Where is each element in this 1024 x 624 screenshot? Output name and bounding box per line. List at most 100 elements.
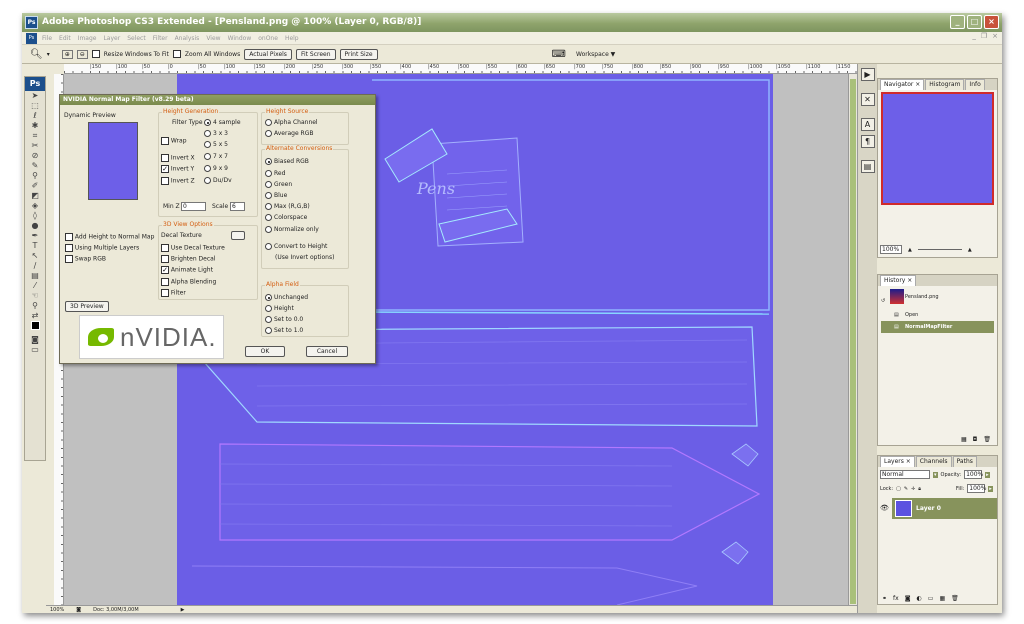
green-radio[interactable]: Green <box>265 181 292 188</box>
filter-9x9-radio[interactable]: 9 x 9 <box>204 165 228 172</box>
layer-comps-icon[interactable]: ▤ <box>860 160 875 173</box>
opacity-arrow-icon[interactable]: ▸ <box>985 471 990 478</box>
print-size-button[interactable]: Print Size <box>339 48 378 60</box>
history-brush-icon[interactable]: ✐ <box>25 181 45 191</box>
history-item-normalmapfilter[interactable]: ▤ NormalMapFilter <box>881 321 994 333</box>
menu-image[interactable]: Image <box>78 35 97 42</box>
fit-screen-button[interactable]: Fit Screen <box>295 48 336 60</box>
colorspace-radio[interactable]: Colorspace <box>265 214 307 221</box>
zoom-dropdown-icon[interactable]: ▾ <box>47 51 50 58</box>
3d-preview-button[interactable]: 3D Preview <box>65 301 109 312</box>
filter-dudv-radio[interactable]: Du/Dv <box>204 177 232 184</box>
menu-onone[interactable]: onOne <box>258 35 278 42</box>
new-layer-icon[interactable]: ▦ <box>939 595 945 602</box>
character-icon[interactable]: A <box>860 118 875 131</box>
lock-pixels-icon[interactable]: ✎ <box>904 486 908 492</box>
zoom-all-checkbox[interactable] <box>172 50 181 58</box>
zoom-out-small-icon[interactable]: ▲ <box>908 247 912 253</box>
history-item-open[interactable]: ▤ Open <box>881 309 994 321</box>
history-snapshot[interactable]: ↺ Pensland.png <box>881 288 994 306</box>
normalize-only-radio[interactable]: Normalize only <box>265 226 319 233</box>
doc-minimize-icon[interactable]: _ <box>972 32 976 40</box>
zoom-level[interactable]: 100% <box>50 607 64 613</box>
menu-layer[interactable]: Layer <box>103 35 120 42</box>
tab-channels[interactable]: Channels <box>915 456 952 467</box>
fill-field[interactable]: 100% <box>967 484 986 493</box>
menu-view[interactable]: View <box>206 35 220 42</box>
ok-button[interactable]: OK <box>245 346 285 357</box>
vertical-scrollbar[interactable] <box>848 74 857 605</box>
brush-tool-icon[interactable]: ✎ <box>25 161 45 171</box>
filter-checkbox[interactable]: Filter <box>161 289 186 297</box>
crop-tool-icon[interactable]: ⌗ <box>25 131 45 141</box>
move-tool-icon[interactable]: ➤ <box>25 91 45 101</box>
actions-icon[interactable]: ▶ <box>860 68 875 81</box>
menu-select[interactable]: Select <box>127 35 146 42</box>
average-rgb-radio[interactable]: Average RGB <box>265 130 313 137</box>
notes-tool-icon[interactable]: ▤ <box>25 271 45 281</box>
quick-mask-icon[interactable]: ◙ <box>25 335 45 345</box>
fill-arrow-icon[interactable]: ▸ <box>988 485 993 492</box>
adjustment-layer-icon[interactable]: ◐ <box>917 595 922 602</box>
brush-palette-icon[interactable]: ⌨ <box>552 49 566 60</box>
workspace-menu[interactable]: Workspace ▼ <box>576 51 615 58</box>
path-select-icon[interactable]: ↖ <box>25 251 45 261</box>
eyedropper-tool-icon[interactable]: ⁄ <box>25 281 45 291</box>
layer-visibility-eye-icon[interactable]: 👁︎ <box>880 504 889 512</box>
blend-dropdown-icon[interactable]: ▾ <box>933 471 938 478</box>
magic-wand-icon[interactable]: ✱ <box>25 121 45 131</box>
biased-rgb-radio[interactable]: Biased RGB <box>265 158 309 165</box>
alpha-channel-radio[interactable]: Alpha Channel <box>265 119 318 126</box>
doc-close-icon[interactable]: × <box>992 32 998 40</box>
red-radio[interactable]: Red <box>265 170 285 177</box>
animate-light-checkbox[interactable]: ✓ Animate Light <box>161 266 213 274</box>
menu-help[interactable]: Help <box>285 35 299 42</box>
marquee-tool-icon[interactable]: ⬚ <box>25 101 45 111</box>
dynamic-preview[interactable] <box>88 122 138 200</box>
filter-7x7-radio[interactable]: 7 x 7 <box>204 153 228 160</box>
opacity-field[interactable]: 100% <box>964 470 983 479</box>
line-tool-icon[interactable]: ∕ <box>25 261 45 271</box>
zoom-in-icon[interactable]: ⊕ <box>61 49 73 59</box>
zoom-out-icon[interactable]: ⊖ <box>76 49 88 59</box>
tools-preset-icon[interactable]: ✕ <box>860 93 875 106</box>
blue-radio[interactable]: Blue <box>265 192 287 199</box>
filter-3x3-radio[interactable]: 3 x 3 <box>204 130 228 137</box>
use-decal-checkbox[interactable]: Use Decal Texture <box>161 244 225 252</box>
stamp-tool-icon[interactable]: ⚲ <box>25 171 45 181</box>
maximize-button[interactable]: □ <box>967 15 982 29</box>
tab-history[interactable]: History × <box>880 275 917 286</box>
tab-histogram[interactable]: Histogram <box>925 79 965 90</box>
delete-layer-icon[interactable]: 🗑︎ <box>951 595 959 602</box>
alpha-blending-checkbox[interactable]: Alpha Blending <box>161 278 216 286</box>
status-menu-icon[interactable]: ▶ <box>181 607 185 613</box>
layer-row[interactable]: Layer 0 <box>892 498 997 519</box>
scroll-thumb[interactable] <box>850 79 856 604</box>
dodge-tool-icon[interactable]: ● <box>25 221 45 231</box>
cancel-button[interactable]: Cancel <box>306 346 348 357</box>
layer-mask-icon[interactable]: ◙ <box>905 595 911 602</box>
link-layers-icon[interactable]: ⚭ <box>882 595 887 602</box>
wrap-checkbox[interactable]: Wrap <box>161 137 187 145</box>
pen-tool-icon[interactable]: ✒ <box>25 231 45 241</box>
type-tool-icon[interactable]: T <box>25 241 45 251</box>
zoom-slider[interactable] <box>917 249 962 250</box>
lock-all-icon[interactable]: 🔒︎ <box>918 486 921 492</box>
resize-windows-checkbox[interactable] <box>91 50 100 58</box>
max-rgb-radio[interactable]: Max (R,G,B) <box>265 203 310 210</box>
unchanged-radio[interactable]: Unchanged <box>265 294 308 301</box>
menu-window[interactable]: Window <box>228 35 252 42</box>
new-document-icon[interactable]: ▦ <box>961 436 967 443</box>
paragraph-icon[interactable]: ¶ <box>860 135 875 148</box>
blur-tool-icon[interactable]: ◊ <box>25 211 45 221</box>
healing-tool-icon[interactable]: ⊘ <box>25 151 45 161</box>
eraser-tool-icon[interactable]: ◩ <box>25 191 45 201</box>
lasso-tool-icon[interactable]: ℓ <box>25 111 45 121</box>
ps-menu-icon[interactable]: Ps <box>26 33 37 44</box>
brighten-decal-checkbox[interactable]: Brighten Decal <box>161 255 216 263</box>
screen-mode-icon[interactable]: ▭ <box>25 345 45 355</box>
set-one-radio[interactable]: Set to 1.0 <box>265 327 303 334</box>
zoom-tool-box-icon[interactable]: ⚲ <box>25 301 45 311</box>
min-z-field[interactable]: 0 <box>181 202 206 211</box>
invert-y-checkbox[interactable]: ✓ Invert Y <box>161 165 194 173</box>
